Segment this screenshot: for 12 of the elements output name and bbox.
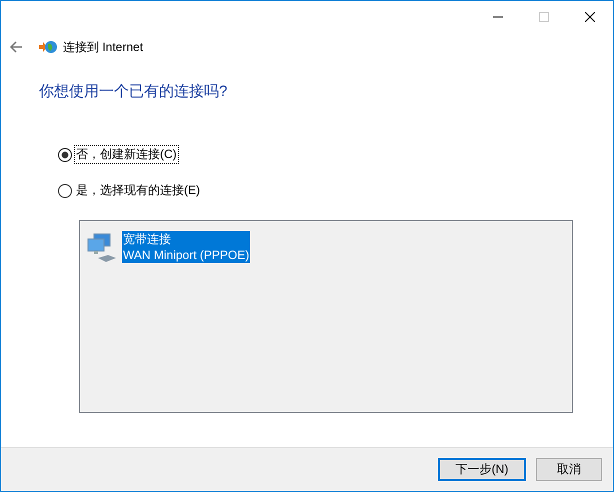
dialog-button[interactable]: 下一步(N) [438,458,526,481]
connection-item[interactable]: 宽带连接 WAN Miniport (PPPOE) [86,231,566,265]
globe-icon [39,39,57,55]
wizard-title: 连接到 Internet [63,38,144,56]
dialog-button[interactable]: 取消 [536,458,602,481]
back-arrow-icon[interactable] [9,40,23,54]
radio-option[interactable]: 是，选择现有的连接(E) [58,181,202,200]
page-heading: 你想使用一个已有的连接吗? [39,82,228,101]
connection-device: WAN Miniport (PPPOE) [122,247,250,263]
radio-circle[interactable] [58,148,72,162]
radio-circle[interactable] [58,184,72,198]
connection-name: 宽带连接 [122,231,250,247]
